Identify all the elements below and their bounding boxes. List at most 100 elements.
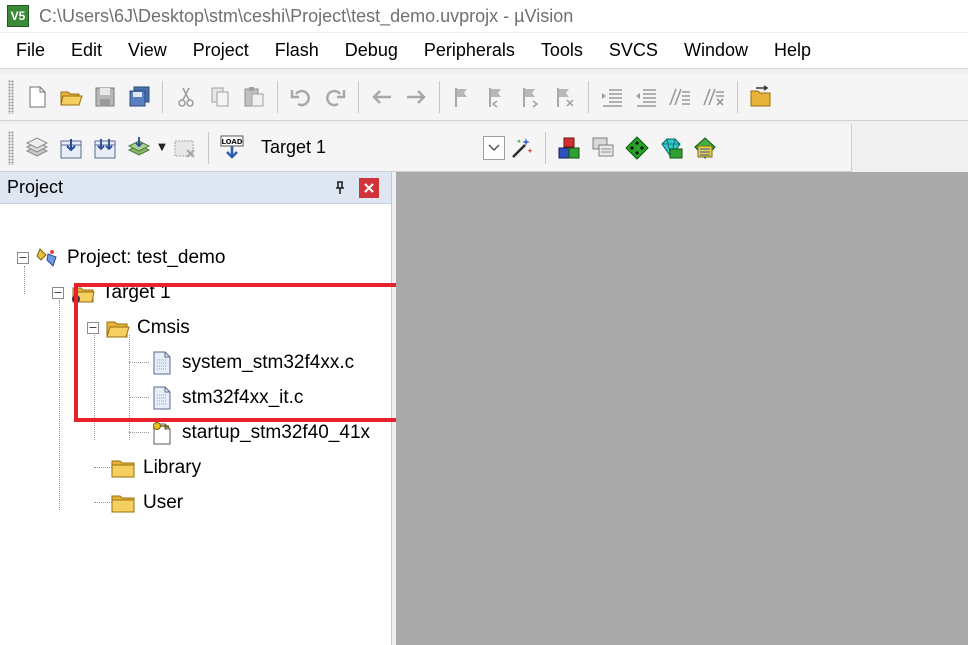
comment-icon [669,88,690,105]
batch-build-button[interactable] [122,131,156,165]
redo-icon [326,89,346,106]
load-icon-label: LOAD [221,138,242,146]
pack-installer-button[interactable] [688,131,722,165]
target-label: Target 1 [102,282,171,303]
target-dropdown-button[interactable] [483,135,505,160]
file-extensions-button[interactable] [586,131,620,165]
manage-project-items-button[interactable] [552,131,586,165]
bookmark-clear-icon [557,87,574,107]
close-icon [364,182,374,193]
paste-clipboard-icon [244,86,264,106]
bookmark-next-icon [523,87,539,108]
select-packs-button[interactable] [620,131,654,165]
new-file-button[interactable] [20,80,54,114]
undo-icon [290,89,310,106]
folder-search-icon [750,84,771,106]
toolbar-separator [277,80,278,113]
toolbar-separator [162,80,163,113]
toolbar-grip[interactable] [8,130,14,165]
batch-build-dropdown-arrow[interactable]: ▼ [156,142,168,153]
indent-icon [602,88,622,107]
undo-button[interactable] [284,80,318,114]
comment-selection-button[interactable] [663,80,697,114]
menu-flash[interactable]: Flash [262,33,332,68]
open-file-button[interactable] [54,80,88,114]
menu-project[interactable]: Project [180,33,262,68]
tree-connector [129,362,149,363]
copy-icon [211,87,229,106]
green-diamond-icon [625,135,649,160]
stop-build-button[interactable] [168,131,202,165]
open-folder-icon [103,315,131,341]
new-file-icon [29,86,46,107]
title-bar: V5 C:\Users\6J\Desktop\stm\ceshi\Project… [0,0,968,32]
tree-connector [129,335,130,440]
runtime-gem-icon [661,138,683,158]
rebuild-button[interactable] [88,131,122,165]
menu-edit[interactable]: Edit [58,33,115,68]
tree-node-file[interactable]: stm32f4xx_it.c [148,384,303,412]
menu-bar: File Edit View Project Flash Debug Perip… [0,33,968,69]
collapse-toggle[interactable]: − [17,252,29,264]
project-root-label: Project: test_demo [67,247,226,268]
magic-wand-icon [512,137,533,158]
menu-svcs[interactable]: SVCS [596,33,671,68]
menu-debug[interactable]: Debug [332,33,411,68]
project-root-icon [33,245,61,271]
target-select[interactable]: Target 1 [255,131,505,165]
uncomment-icon [703,88,724,106]
tree-node-file[interactable]: system_stm32f4xx.c [148,349,354,377]
clear-bookmarks-button[interactable] [548,80,582,114]
arrow-right-icon [407,89,426,104]
options-for-target-button[interactable] [505,131,539,165]
toolbar-separator [358,80,359,113]
build-button[interactable] [54,131,88,165]
build-icon [60,138,82,158]
insert-bookmark-button[interactable] [446,80,480,114]
menu-peripherals[interactable]: Peripherals [411,33,528,68]
tree-node-group-cmsis[interactable]: − Cmsis [87,314,190,342]
indent-button[interactable] [595,80,629,114]
tree-node-file[interactable]: startup_stm32f40_41x [148,419,370,447]
uncomment-selection-button[interactable] [697,80,731,114]
save-disk-icon [95,87,115,106]
project-tree: − Project: test_demo − Target 1 − Cmsis [0,204,392,644]
find-in-files-button[interactable] [744,80,778,114]
navigate-forward-button[interactable] [399,80,433,114]
copy-button[interactable] [203,80,237,114]
redo-button[interactable] [318,80,352,114]
arrow-left-icon [372,89,391,104]
menu-window[interactable]: Window [671,33,761,68]
menu-view[interactable]: View [115,33,180,68]
editor-area[interactable] [396,172,968,645]
uvision-app-icon: V5 [7,5,29,27]
tree-node-group-user[interactable]: User [109,489,183,517]
menu-file[interactable]: File [0,33,58,68]
navigate-back-button[interactable] [365,80,399,114]
tree-node-project-root[interactable]: − Project: test_demo [17,244,225,272]
tree-node-group-library[interactable]: Library [109,454,201,482]
tree-node-target[interactable]: − Target 1 [52,279,171,307]
close-panel-button[interactable] [359,177,379,198]
paste-button[interactable] [237,80,271,114]
manage-run-time-environment-button[interactable] [654,131,688,165]
window-title: C:\Users\6J\Desktop\stm\ceshi\Project\te… [39,5,574,26]
save-all-icon [129,86,150,106]
pin-icon[interactable] [331,179,349,197]
save-button[interactable] [88,80,122,114]
cut-button[interactable] [169,80,203,114]
collapse-toggle[interactable]: − [52,287,64,299]
bookmark-previous-icon [489,87,501,108]
collapse-toggle[interactable]: − [87,322,99,334]
rebuild-icon [94,138,116,158]
menu-tools[interactable]: Tools [528,33,596,68]
save-all-button[interactable] [122,80,156,114]
menu-help[interactable]: Help [761,33,824,68]
translate-button[interactable] [20,131,54,165]
file-label: startup_stm32f40_41x [182,422,371,443]
previous-bookmark-button[interactable] [480,80,514,114]
toolbar-grip[interactable] [8,79,14,114]
unindent-button[interactable] [629,80,663,114]
download-load-button[interactable]: LOAD [215,131,249,165]
next-bookmark-button[interactable] [514,80,548,114]
